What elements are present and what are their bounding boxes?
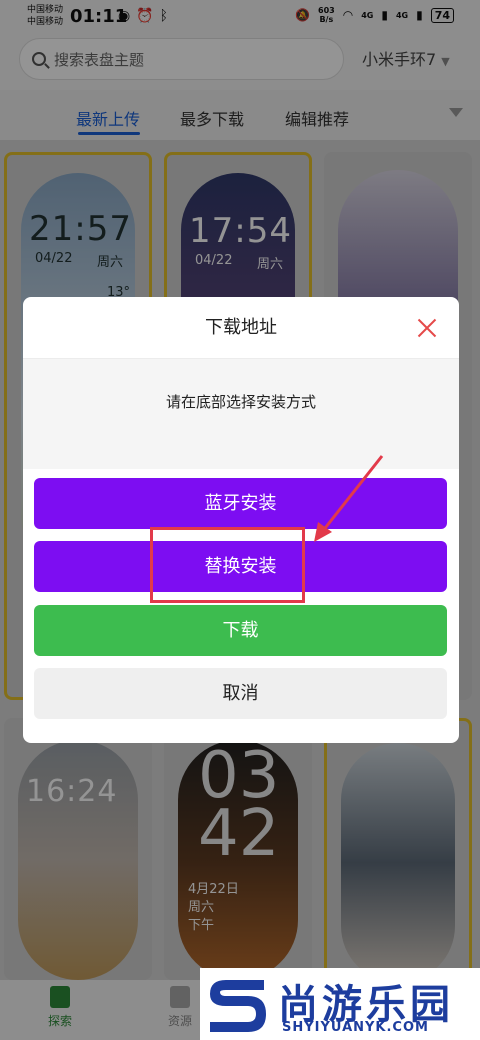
watermark: 尚游乐园 SHYIYUANYK.COM — [200, 968, 480, 1040]
annotation-arrow-icon — [314, 455, 384, 542]
brand-logo-icon — [210, 980, 266, 1032]
watermark-url: SHYIYUANYK.COM — [282, 1020, 429, 1035]
